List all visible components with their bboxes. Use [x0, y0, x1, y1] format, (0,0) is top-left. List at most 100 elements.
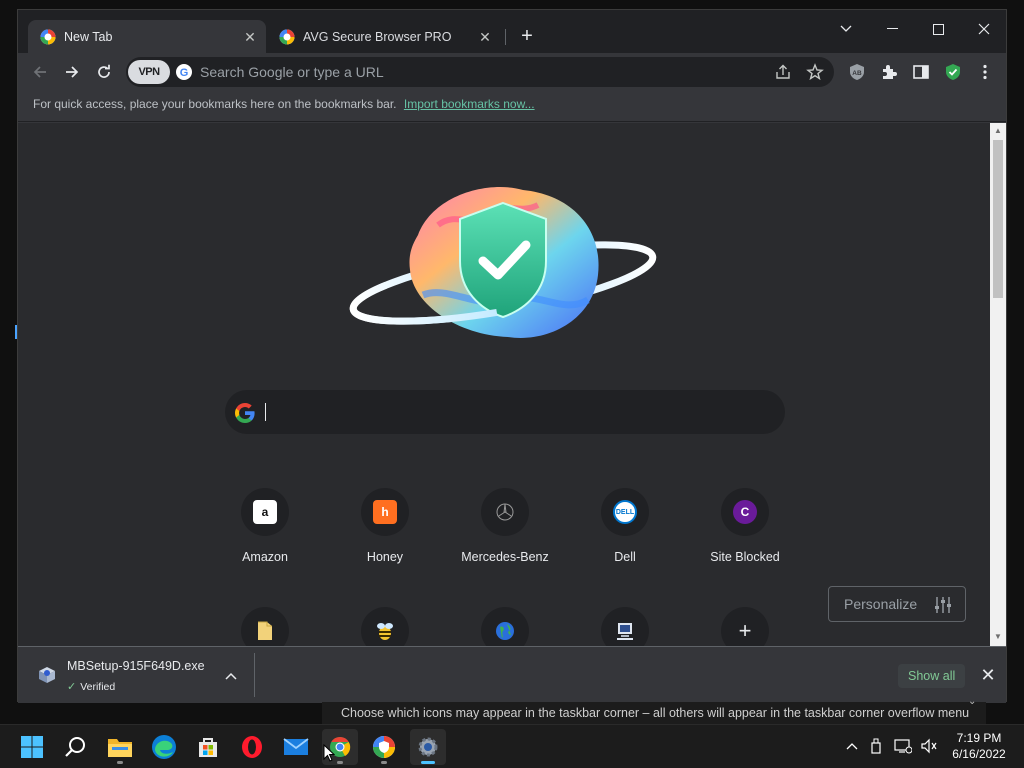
scroll-down-icon[interactable]: ▼: [993, 632, 1003, 642]
reload-icon: [98, 64, 110, 78]
minimize-button[interactable]: [869, 14, 915, 44]
omnibox[interactable]: VPN G: [126, 57, 834, 87]
google-g-icon: G: [176, 64, 192, 80]
volume-muted-icon[interactable]: [920, 737, 938, 755]
browser-window: New Tab ✕ AVG Secure Browser PRO ✕ + VPN…: [17, 9, 1007, 703]
dell-logo-icon: DELL: [613, 500, 637, 524]
side-panel-icon[interactable]: [911, 62, 931, 82]
browser-menu-icon[interactable]: [975, 62, 995, 82]
tab-avg-secure-browser[interactable]: AVG Secure Browser PRO ✕: [267, 20, 501, 53]
ntp-search-box[interactable]: [225, 390, 785, 434]
avg-browser-button[interactable]: [366, 729, 402, 765]
shelf-divider: [254, 653, 255, 697]
mercedes-logo-icon: [496, 503, 514, 521]
shortcut-honey[interactable]: h Honey: [330, 488, 440, 578]
reload-button[interactable]: [90, 58, 118, 86]
new-tab-button[interactable]: +: [516, 25, 538, 47]
installer-file-icon: [39, 667, 55, 683]
network-icon[interactable]: [894, 737, 912, 755]
scroll-thumb[interactable]: [993, 140, 1003, 298]
tab-title: New Tab: [64, 29, 113, 44]
file-explorer-button[interactable]: [102, 729, 138, 765]
system-clock[interactable]: 7:19 PM 6/16/2022: [946, 730, 1012, 762]
microsoft-store-button[interactable]: [190, 729, 226, 765]
close-window-button[interactable]: [961, 14, 1007, 44]
download-options-chevron-icon[interactable]: [221, 666, 241, 686]
shortcut-icon-circle: C: [721, 488, 769, 536]
extensions-puzzle-icon[interactable]: [879, 62, 899, 82]
shortcut-bee[interactable]: [330, 607, 440, 646]
download-shelf: MBSetup-915F649D.exe ✓ Verified Show all…: [18, 646, 1006, 703]
shortcut-mercedes-benz[interactable]: Mercedes-Benz: [450, 488, 560, 578]
download-status-text: Verified: [80, 680, 116, 693]
running-indicator: [337, 761, 343, 764]
avg-browser-favicon-icon: [40, 29, 56, 44]
shortcut-label: Site Blocked: [710, 550, 780, 564]
avg-planet-shield-illustration: [349, 187, 657, 338]
adblock-extension-icon[interactable]: AB: [847, 62, 867, 82]
mail-icon: [283, 738, 309, 755]
bookmark-star-icon[interactable]: [806, 63, 824, 81]
search-icon: [65, 737, 85, 757]
toolbar: VPN G AB: [18, 53, 1006, 91]
forward-arrow-icon: [66, 66, 79, 78]
opera-button[interactable]: [234, 729, 270, 765]
usb-device-icon[interactable]: [867, 737, 885, 755]
close-tab-icon[interactable]: ✕: [477, 29, 493, 45]
tab-strip: New Tab ✕ AVG Secure Browser PRO ✕ +: [18, 10, 1006, 53]
back-button[interactable]: [26, 58, 54, 86]
personalize-button[interactable]: Personalize: [828, 586, 966, 622]
taskbar-tooltip: Choose which icons may appear in the tas…: [322, 702, 986, 724]
page-scrollbar[interactable]: ▲ ▼: [990, 123, 1006, 646]
forward-button[interactable]: [58, 58, 86, 86]
taskbar: 7:19 PM 6/16/2022: [0, 724, 1024, 768]
avg-browser-icon: [373, 736, 395, 758]
import-bookmarks-link[interactable]: Import bookmarks now...: [404, 97, 535, 111]
shortcut-site-blocked[interactable]: C Site Blocked: [690, 488, 800, 578]
shortcut-globe[interactable]: [450, 607, 560, 646]
mail-button[interactable]: [278, 729, 314, 765]
add-shortcut-icon: +: [738, 618, 752, 643]
maximize-button[interactable]: [915, 14, 961, 44]
show-all-downloads-button[interactable]: Show all: [898, 664, 966, 688]
tab-new-tab[interactable]: New Tab ✕: [28, 20, 266, 53]
scroll-up-icon[interactable]: ▲: [993, 126, 1003, 136]
shortcut-computer[interactable]: [570, 607, 680, 646]
shortcut-dell[interactable]: DELL Dell: [570, 488, 680, 578]
close-download-shelf-icon[interactable]: ✕: [978, 665, 998, 685]
shortcut-amazon[interactable]: a Amazon: [210, 488, 320, 578]
close-tab-icon[interactable]: ✕: [242, 29, 258, 45]
taskbar-search-button[interactable]: [58, 729, 94, 765]
clock-time: 7:19 PM: [956, 731, 1002, 745]
text-cursor: [265, 403, 266, 421]
shortcut-label: Honey: [366, 550, 404, 564]
avg-security-shield-icon[interactable]: [943, 62, 963, 82]
share-icon[interactable]: [774, 63, 792, 81]
shortcut-icon-circle: [361, 607, 409, 646]
add-shortcut-button[interactable]: +: [690, 607, 800, 646]
tab-separator: [505, 29, 506, 45]
shortcut-folder[interactable]: [210, 607, 320, 646]
clock-date: 6/16/2022: [952, 747, 1006, 761]
shortcut-label: Dell: [614, 550, 636, 564]
show-hidden-icons-chevron-icon[interactable]: [843, 737, 861, 755]
store-icon: [199, 738, 217, 757]
globe-icon: [496, 622, 514, 640]
honey-logo-icon: h: [373, 500, 397, 524]
shortcut-label: Amazon: [242, 550, 288, 564]
download-file-name[interactable]: MBSetup-915F649D.exe: [67, 659, 205, 673]
shortcut-icon-circle: [601, 607, 649, 646]
edge-button[interactable]: [146, 729, 182, 765]
tooltip-chevron-icon: ⌄: [968, 696, 977, 707]
address-bar-input[interactable]: [200, 57, 760, 87]
folder-icon: [258, 621, 272, 640]
download-status: ✓ Verified: [67, 680, 116, 694]
vpn-button[interactable]: VPN: [128, 60, 170, 84]
shortcut-label: Mercedes-Benz: [461, 550, 549, 564]
shortcut-icon-circle: [241, 607, 289, 646]
tab-search-chevron-icon[interactable]: [823, 14, 869, 44]
settings-button[interactable]: [410, 729, 446, 765]
shortcut-icon-circle: h: [361, 488, 409, 536]
start-button[interactable]: [14, 729, 50, 765]
svg-text:G: G: [180, 67, 189, 79]
